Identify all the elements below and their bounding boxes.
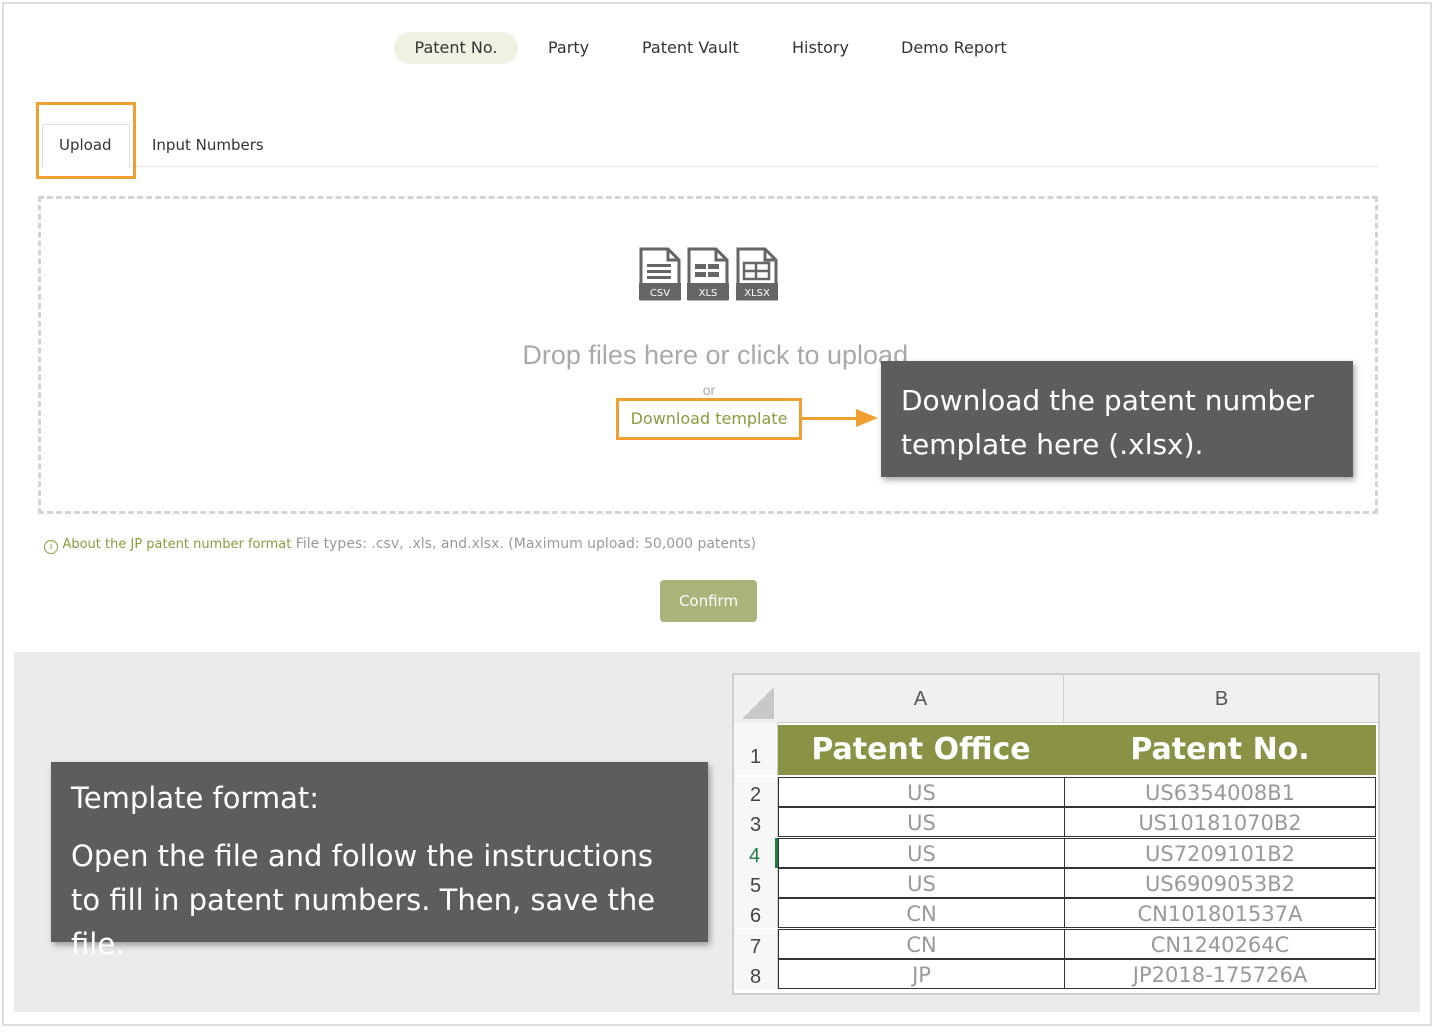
jp-format-link[interactable]: About the JP patent number format	[62, 537, 291, 552]
tab-input-numbers[interactable]: Input Numbers	[152, 136, 264, 154]
cell-patent-office[interactable]: JP	[778, 958, 1065, 989]
callout-arrow-icon	[856, 409, 878, 427]
column-header-b: B	[1064, 675, 1378, 723]
cell-patent-office[interactable]: US	[778, 867, 1065, 898]
upload-hint: i About the JP patent number format File…	[44, 536, 756, 554]
nav-patent-no[interactable]: Patent No.	[394, 32, 518, 64]
xls-file-icon: XLS	[687, 247, 729, 301]
top-nav: Patent No. Party Patent Vault History De…	[0, 32, 1438, 64]
header-cell-patent-office: Patent Office	[778, 725, 1064, 775]
cell-patent-no[interactable]: JP2018-175726A	[1064, 958, 1376, 989]
download-callout: Download the patent number template here…	[881, 361, 1353, 477]
file-types-hint: File types: .csv, .xls, and.xlsx. (Maxim…	[295, 536, 757, 552]
row-number: 6	[734, 898, 778, 929]
header-cell-patent-no: Patent No.	[1064, 725, 1376, 775]
row-number: 4	[734, 837, 778, 868]
row-number: 3	[734, 807, 778, 838]
cell-patent-office[interactable]: US	[778, 807, 1065, 838]
cell-patent-no[interactable]: US6354008B1	[1064, 777, 1376, 807]
template-format-body: Open the file and follow the instruction…	[71, 839, 656, 961]
row-number: 8	[734, 958, 778, 990]
template-spreadsheet: A B 1 Patent Office Patent No. 2 US US6354…	[732, 673, 1380, 995]
callout-arrow-line	[802, 417, 858, 420]
row-number: 2	[734, 777, 778, 808]
xlsx-file-icon: XLSX	[736, 247, 778, 301]
cell-patent-office[interactable]: US	[778, 837, 1065, 868]
column-header-a: A	[778, 675, 1064, 723]
select-all-corner	[734, 675, 779, 724]
row-number: 7	[734, 928, 778, 959]
info-circle-icon: i	[44, 540, 58, 554]
nav-patent-vault[interactable]: Patent Vault	[642, 32, 739, 64]
csv-file-icon: CSV	[639, 247, 681, 301]
row-number: 1	[734, 723, 778, 775]
template-format-title: Template format:	[71, 781, 320, 815]
cell-patent-office[interactable]: CN	[778, 928, 1065, 959]
nav-history[interactable]: History	[792, 32, 849, 64]
row-number: 5	[734, 867, 778, 899]
confirm-button[interactable]: Confirm	[660, 580, 757, 622]
tabs-divider	[40, 166, 1378, 167]
cell-patent-office[interactable]: CN	[778, 898, 1065, 929]
cell-patent-no[interactable]: CN101801537A	[1064, 898, 1376, 929]
nav-demo-report[interactable]: Demo Report	[901, 32, 1007, 64]
template-format-callout: Template format: Open the file and follo…	[51, 762, 708, 961]
cell-patent-office[interactable]: US	[778, 777, 1065, 807]
download-template-link[interactable]: Download template	[616, 398, 802, 440]
xls-icon-label: XLS	[699, 288, 718, 299]
cell-patent-no[interactable]: US6909053B2	[1064, 867, 1376, 898]
cell-patent-no[interactable]: US7209101B2	[1064, 837, 1376, 868]
cell-patent-no[interactable]: US10181070B2	[1064, 807, 1376, 838]
csv-icon-label: CSV	[650, 288, 670, 299]
xlsx-icon-label: XLSX	[744, 288, 770, 299]
upload-tab-highlight	[36, 102, 136, 179]
nav-party[interactable]: Party	[548, 32, 589, 64]
cell-patent-no[interactable]: CN1240264C	[1064, 928, 1376, 959]
